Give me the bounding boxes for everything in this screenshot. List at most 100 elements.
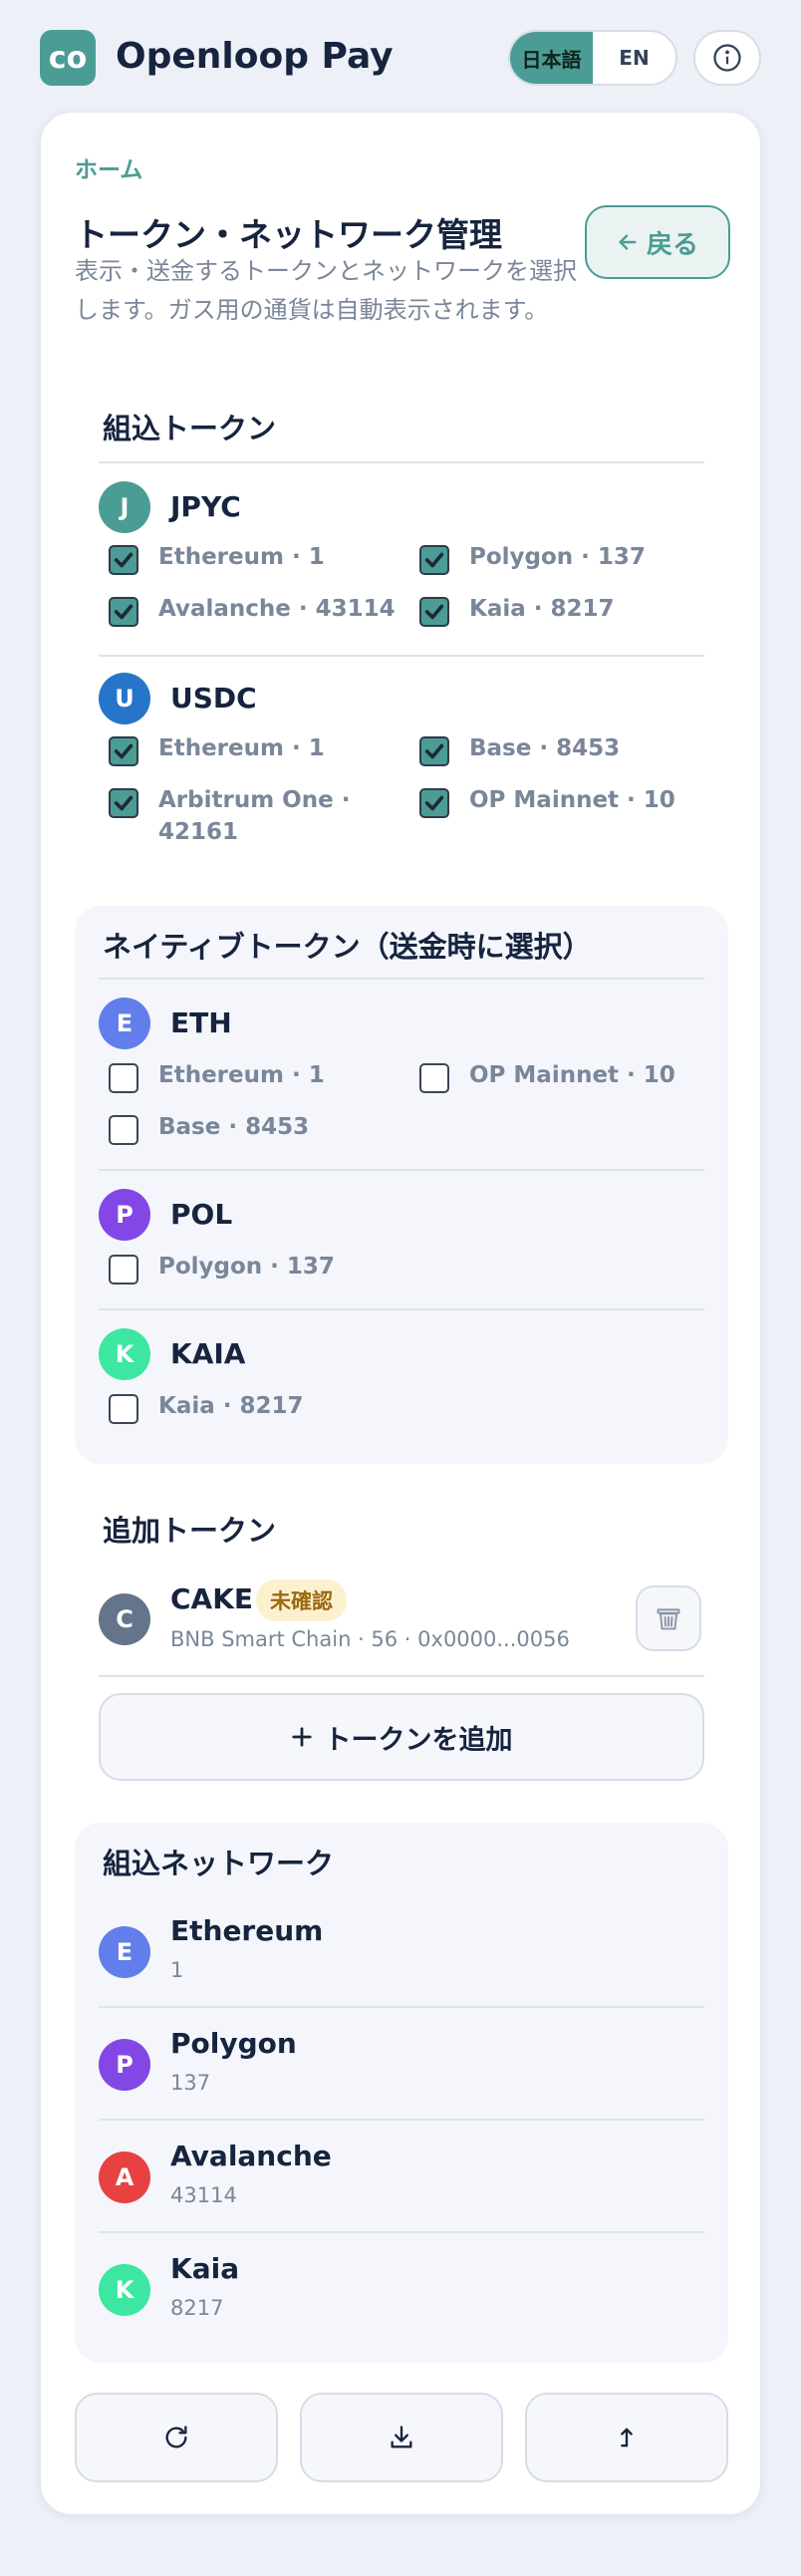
native-tokens-title: ネイティブトークン（送金時に選択） [103,930,592,964]
polygon-network-avatar: P [99,2039,150,2091]
add-token-button[interactable]: トークンを追加 [99,1693,704,1781]
network-id: 43114 [170,2183,237,2207]
checkbox[interactable] [419,788,449,818]
divider [99,655,704,657]
language-toggle: 日本語 EN [508,30,677,86]
check-icon [424,743,444,759]
unverified-badge: 未確認 [256,1579,347,1621]
option-label: Polygon · 137 [158,1254,335,1280]
option-label: Avalanche · 43114 [158,596,396,622]
checkbox[interactable] [419,736,449,766]
network-id: 8217 [170,2296,224,2320]
checkbox[interactable] [419,597,449,627]
delete-token-button[interactable] [636,1585,701,1651]
option-label: OP Mainnet · 10 [469,1062,675,1088]
network-name-kaia: Kaia [170,2252,240,2285]
kaia-kaia-option[interactable]: Kaia · 8217 [109,1390,304,1424]
token-name-eth: ETH [170,1006,232,1039]
eth-base-option[interactable]: Base · 8453 [109,1111,309,1145]
jpyc-kaia-option[interactable]: Kaia · 8217 [419,593,615,627]
eth-op-option[interactable]: OP Mainnet · 10 [419,1059,675,1093]
refresh-button[interactable] [75,2393,278,2482]
usdc-op-option[interactable]: OP Mainnet · 10 [419,784,675,818]
app-title: Openloop Pay [116,36,394,77]
option-label: Kaia · 8217 [158,1393,304,1419]
lang-en-button[interactable]: EN [593,32,675,84]
option-label: Kaia · 8217 [469,596,615,622]
network-name-polygon: Polygon [170,2027,297,2060]
builtin-tokens-title: 組込トークン [103,412,277,445]
top-bar: co Openloop Pay 日本語 EN [40,30,761,86]
token-detail: BNB Smart Chain · 56 · 0x0000...0056 [170,1627,570,1651]
page-description: 表示・送金するトークンとネットワークを選択します。ガス用の通貨は自動表示されます… [75,257,577,324]
usdc-ethereum-option[interactable]: Ethereum · 1 [109,732,325,766]
divider [99,2119,704,2121]
download-icon [391,2426,412,2448]
network-id: 137 [170,2071,211,2095]
pol-polygon-option[interactable]: Polygon · 137 [109,1251,335,1285]
divider [99,978,704,980]
option-label: Arbitrum One · 42161 [158,787,351,845]
ethereum-network-avatar: E [99,1926,150,1978]
kaia-network-avatar: K [99,2264,150,2316]
token-name-cake: CAKE [170,1582,254,1615]
checkbox[interactable] [109,545,138,575]
trash-icon [657,1608,680,1630]
checkbox[interactable] [109,736,138,766]
checkbox[interactable] [109,788,138,818]
check-icon [114,795,134,811]
jpyc-ethereum-option[interactable]: Ethereum · 1 [109,541,325,575]
check-icon [114,604,134,620]
cake-avatar: C [99,1593,150,1645]
app-logo[interactable]: co [40,30,96,86]
check-icon [114,552,134,568]
jpyc-avalanche-option[interactable]: Avalanche · 43114 [109,593,396,627]
option-label: Ethereum · 1 [158,735,325,761]
jpyc-polygon-option[interactable]: Polygon · 137 [419,541,646,575]
usdc-arbitrum-option[interactable]: Arbitrum One · 42161 [109,784,398,848]
usdc-base-option[interactable]: Base · 8453 [419,732,620,766]
check-icon [424,552,444,568]
pol-avatar: P [99,1189,150,1241]
checkbox[interactable] [109,1255,138,1285]
checkbox[interactable] [419,1063,449,1093]
upload-icon [621,2428,633,2447]
back-button[interactable]: 戻る [585,205,730,279]
divider [99,461,704,463]
checkbox[interactable] [109,597,138,627]
eth-avatar: E [99,998,150,1049]
checkbox[interactable] [419,545,449,575]
check-icon [114,743,134,759]
avalanche-network-avatar: A [99,2151,150,2203]
token-name-kaia: KAIA [170,1337,246,1370]
option-label: Polygon · 137 [469,544,646,570]
added-tokens-title: 追加トークン [103,1514,277,1548]
info-button[interactable] [693,30,761,86]
checkbox[interactable] [109,1394,138,1424]
breadcrumb-home[interactable]: ホーム [75,150,142,184]
info-icon [713,44,741,72]
option-label: Base · 8453 [158,1114,310,1140]
divider [99,2231,704,2233]
checkbox[interactable] [109,1063,138,1093]
option-label: OP Mainnet · 10 [469,787,675,813]
divider [99,2006,704,2008]
divider [99,1675,704,1677]
lang-ja-button[interactable]: 日本語 [510,32,593,84]
plus-icon [291,1727,312,1747]
network-name-avalanche: Avalanche [170,2140,332,2172]
eth-ethereum-option[interactable]: Ethereum · 1 [109,1059,325,1093]
refresh-icon [165,2426,187,2448]
download-button[interactable] [300,2393,503,2482]
checkbox[interactable] [109,1115,138,1145]
usdc-avatar: U [99,673,150,724]
check-icon [424,604,444,620]
page-title: トークン・ネットワーク管理 [75,215,502,254]
token-name-jpyc: JPYC [170,490,241,523]
network-name-ethereum: Ethereum [170,1914,324,1947]
jpyc-avatar: J [99,481,150,533]
option-label: Ethereum · 1 [158,544,325,570]
main-card: ホーム トークン・ネットワーク管理 表示・送金するトークンとネットワークを選択し… [40,112,761,2515]
upload-button[interactable] [525,2393,728,2482]
divider [99,1308,704,1310]
